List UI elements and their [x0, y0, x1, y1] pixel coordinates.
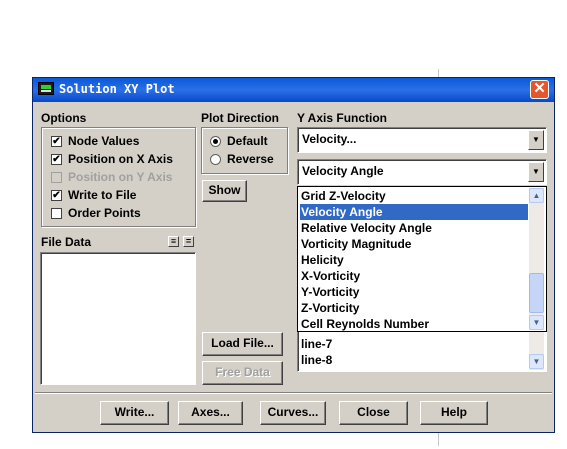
chevron-down-icon[interactable]: ▼ — [528, 130, 544, 150]
y-axis-function-combo[interactable]: Velocity Angle ▼ — [297, 159, 547, 185]
chevron-down-icon[interactable]: ▼ — [528, 162, 544, 182]
node-values-label: Node Values — [68, 134, 140, 148]
free-data-button: Free Data — [202, 361, 283, 385]
help-button[interactable]: Help — [420, 401, 488, 425]
y-axis-category-value: Velocity... — [302, 132, 357, 146]
y-axis-function-label: Y Axis Function — [297, 111, 388, 125]
dropdown-item-relative-velocity-angle[interactable]: Relative Velocity Angle — [301, 220, 432, 236]
surfaces-list[interactable]: line-7 line-8 ▼ — [297, 330, 547, 372]
position-on-x-axis-checkbox[interactable]: ✔ — [51, 154, 62, 165]
write-to-file-checkbox[interactable]: ✔ — [51, 190, 62, 201]
file-data-label: File Data — [41, 235, 92, 249]
scroll-up-icon[interactable]: ▲ — [529, 188, 544, 203]
curves-button[interactable]: Curves... — [260, 401, 326, 425]
position-on-y-axis-label: Position on Y Axis — [68, 170, 173, 184]
y-axis-category-combo[interactable]: Velocity... ▼ — [297, 127, 547, 153]
window-title: Solution XY Plot — [59, 82, 175, 96]
dropdown-item-helicity[interactable]: Helicity — [301, 252, 344, 268]
close-window-icon[interactable]: ✕ — [530, 80, 549, 99]
deselect-all-icon[interactable]: = — [183, 236, 194, 247]
close-button[interactable]: Close — [339, 401, 408, 425]
default-radio[interactable] — [210, 136, 221, 147]
scroll-thumb[interactable] — [529, 273, 544, 313]
position-on-x-axis-label: Position on X Axis — [68, 152, 173, 166]
plot-direction-label: Plot Direction — [201, 111, 280, 125]
write-to-file-label: Write to File — [68, 188, 137, 202]
default-radio-label: Default — [227, 134, 268, 148]
dropdown-item-velocity-angle[interactable]: Velocity Angle — [300, 204, 528, 220]
dropdown-item-z-vorticity[interactable]: Z-Vorticity — [301, 300, 359, 316]
title-bar[interactable]: Solution XY Plot ✕ — [33, 78, 554, 102]
list-item[interactable]: line-7 — [301, 336, 332, 352]
options-label: Options — [41, 111, 87, 125]
dropdown-item-y-vorticity[interactable]: Y-Vorticity — [301, 284, 359, 300]
order-points-checkbox[interactable] — [51, 208, 62, 219]
app-icon — [38, 82, 54, 95]
dropdown-item-vorticity-magnitude[interactable]: Vorticity Magnitude — [301, 236, 411, 252]
scroll-down-icon[interactable]: ▼ — [529, 354, 544, 369]
file-data-list[interactable] — [40, 252, 196, 385]
bottom-separator — [35, 392, 552, 394]
load-file-button[interactable]: Load File... — [202, 332, 283, 356]
node-values-checkbox[interactable]: ✔ — [51, 136, 62, 147]
list-item[interactable]: line-8 — [301, 352, 332, 368]
order-points-label: Order Points — [68, 206, 141, 220]
scroll-down-icon[interactable]: ▼ — [529, 315, 544, 330]
surfaces-scrollbar[interactable]: ▼ — [529, 332, 544, 370]
y-axis-function-value: Velocity Angle — [302, 164, 384, 178]
background-vertical-line — [438, 432, 439, 446]
select-all-icon[interactable]: ≡ — [168, 236, 179, 247]
show-button[interactable]: Show — [202, 180, 247, 202]
solution-xy-plot-dialog: Solution XY Plot ✕ Options ✔ Node Values… — [32, 77, 555, 433]
y-axis-function-dropdown[interactable]: Grid Z-Velocity Velocity Angle Relative … — [297, 186, 547, 332]
axes-button[interactable]: Axes... — [178, 401, 243, 425]
reverse-radio-label: Reverse — [227, 152, 274, 166]
write-button[interactable]: Write... — [100, 401, 169, 425]
dropdown-item-grid-z-velocity[interactable]: Grid Z-Velocity — [301, 188, 386, 204]
background-vertical-line — [438, 69, 439, 77]
reverse-radio[interactable] — [210, 154, 221, 165]
dropdown-item-cell-reynolds-number[interactable]: Cell Reynolds Number — [301, 316, 429, 332]
position-on-y-axis-checkbox — [51, 172, 62, 183]
dropdown-item-x-vorticity[interactable]: X-Vorticity — [301, 268, 360, 284]
dropdown-scrollbar[interactable]: ▲ ▼ — [529, 188, 544, 330]
